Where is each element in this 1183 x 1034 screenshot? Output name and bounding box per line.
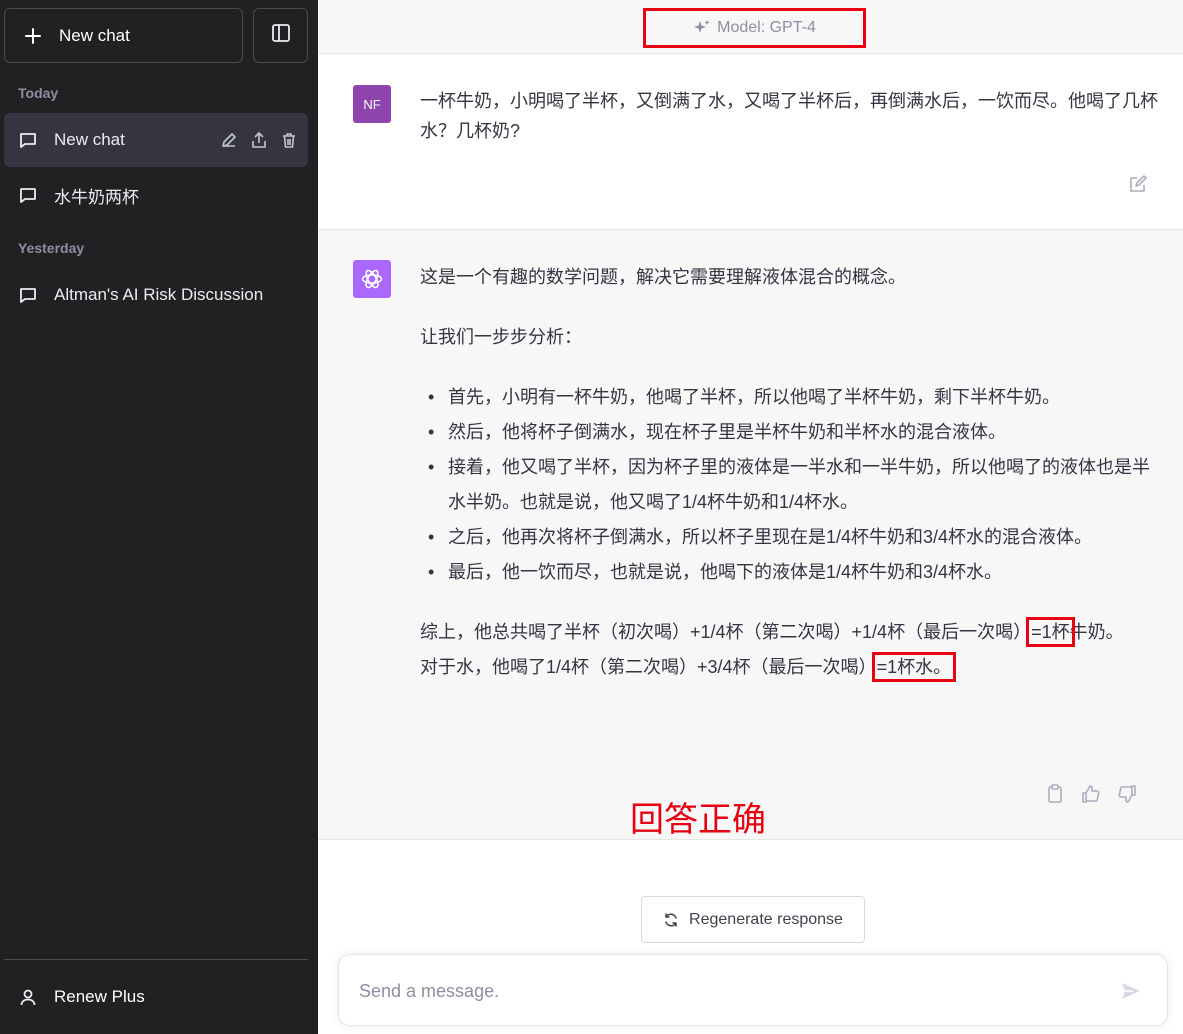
sidebar-toggle-button[interactable] <box>253 8 308 63</box>
sidebar-item-label: New chat <box>54 130 125 149</box>
chat-main: Model: GPT-4 NF 一杯牛奶，小明喝了半杯，又倒满了水，又喝了半杯后… <box>318 0 1183 1034</box>
sidebar: New chat Today New chat 水牛奶两杯 Yesterday … <box>0 0 318 1034</box>
trash-icon[interactable] <box>278 129 300 151</box>
plus-icon <box>21 27 45 45</box>
user-message: NF 一杯牛奶，小明喝了半杯，又倒满了水，又喝了半杯后，再倒满水后，一饮而尽。他… <box>318 54 1183 230</box>
thumbs-down-icon[interactable] <box>1117 783 1137 805</box>
openai-logo-icon <box>353 260 391 298</box>
sidebar-item-actions <box>218 113 300 167</box>
copy-icon[interactable] <box>1045 783 1065 805</box>
list-item: 首先，小明有一杯牛奶，他喝了半杯，所以他喝了半杯牛奶，剩下半杯牛奶。 <box>420 380 1160 415</box>
share-icon[interactable] <box>248 129 270 151</box>
thumbs-up-icon[interactable] <box>1081 783 1101 805</box>
new-chat-label: New chat <box>59 25 130 45</box>
model-name: Model: GPT-4 <box>717 19 816 36</box>
summary-water-result: =1杯水。 <box>871 652 957 682</box>
model-label: Model: GPT-4 <box>643 8 866 48</box>
summary-milk-prefix: 综上，他总共喝了半杯（初次喝）+1/4杯（第二次喝）+1/4杯（最后一次喝） <box>420 622 1032 642</box>
assistant-summary: 综上，他总共喝了半杯（初次喝）+1/4杯（第二次喝）+1/4杯（最后一次喝）=1… <box>420 615 1160 685</box>
correct-answer-annotation: 回答正确 <box>630 801 766 839</box>
summary-milk-suffix: 牛奶。 <box>1069 622 1124 642</box>
model-bar: Model: GPT-4 <box>318 0 1183 54</box>
section-label-today: Today <box>18 85 59 101</box>
account-label: Renew Plus <box>54 987 145 1006</box>
chat-bubble-icon <box>18 285 38 305</box>
summary-milk: 综上，他总共喝了半杯（初次喝）+1/4杯（第二次喝）+1/4杯（最后一次喝）=1… <box>420 615 1160 650</box>
edit-icon[interactable] <box>218 129 240 151</box>
regenerate-response-button[interactable]: Regenerate response <box>641 896 865 943</box>
sidebar-item-altman-ai-risk[interactable]: Altman's AI Risk Discussion <box>4 268 308 322</box>
sidebar-item-label: 水牛奶两杯 <box>54 187 139 207</box>
message-input[interactable] <box>359 973 1099 1009</box>
list-item: 之后，他再次将杯子倒满水，所以杯子里现在是1/4杯牛奶和3/4杯水的混合液体。 <box>420 520 1160 555</box>
list-item: 然后，他将杯子倒满水，现在杯子里是半杯牛奶和半杯水的混合液体。 <box>420 415 1160 450</box>
list-item: 最后，他一饮而尽，也就是说，他喝下的液体是1/4杯牛奶和3/4杯水。 <box>420 555 1160 590</box>
send-icon[interactable] <box>1119 979 1143 1003</box>
user-avatar: NF <box>353 85 391 123</box>
user-message-text: 一杯牛奶，小明喝了半杯，又倒满了水，又喝了半杯后，再倒满水后，一饮而尽。他喝了几… <box>420 91 1158 141</box>
chat-bubble-icon <box>18 185 38 205</box>
sparkle-icon <box>693 19 711 37</box>
message-feedback-actions <box>1045 783 1137 805</box>
regenerate-label: Regenerate response <box>689 910 843 928</box>
section-label-yesterday: Yesterday <box>18 240 85 256</box>
sidebar-divider <box>4 959 308 960</box>
chat-bubble-icon <box>18 130 38 150</box>
assistant-steps: 首先，小明有一杯牛奶，他喝了半杯，所以他喝了半杯牛奶，剩下半杯牛奶。 然后，他将… <box>420 380 1160 590</box>
assistant-message-text: 这是一个有趣的数学问题，解决它需要理解液体混合的概念。 让我们一步步分析： 首先… <box>420 260 1160 685</box>
message-composer <box>338 954 1168 1026</box>
assistant-intro: 这是一个有趣的数学问题，解决它需要理解液体混合的概念。 <box>420 267 906 287</box>
summary-water: 对于水，他喝了1/4杯（第二次喝）+3/4杯（最后一次喝）=1杯水。 <box>420 650 1160 685</box>
sidebar-item-milk-water[interactable]: 水牛奶两杯 <box>4 168 308 222</box>
summary-water-prefix: 对于水，他喝了1/4杯（第二次喝）+3/4杯（最后一次喝） <box>420 657 877 677</box>
list-item: 接着，他又喝了半杯，因为杯子里的液体是一半水和一半牛奶，所以他喝了的液体也是半水… <box>420 450 1160 520</box>
refresh-icon <box>663 912 679 928</box>
summary-milk-result: =1杯 <box>1026 617 1075 647</box>
user-icon <box>18 987 38 1007</box>
sidebar-item-label: Altman's AI Risk Discussion <box>54 285 264 304</box>
sidebar-toggle-icon <box>271 23 291 48</box>
renew-plus-button[interactable]: Renew Plus <box>4 970 308 1024</box>
sidebar-item-new-chat[interactable]: New chat <box>4 113 308 167</box>
assistant-message: 这是一个有趣的数学问题，解决它需要理解液体混合的概念。 让我们一步步分析： 首先… <box>318 230 1183 840</box>
assistant-lead: 让我们一步步分析： <box>420 327 582 347</box>
new-chat-button[interactable]: New chat <box>4 8 243 63</box>
edit-message-icon[interactable] <box>1127 173 1149 195</box>
